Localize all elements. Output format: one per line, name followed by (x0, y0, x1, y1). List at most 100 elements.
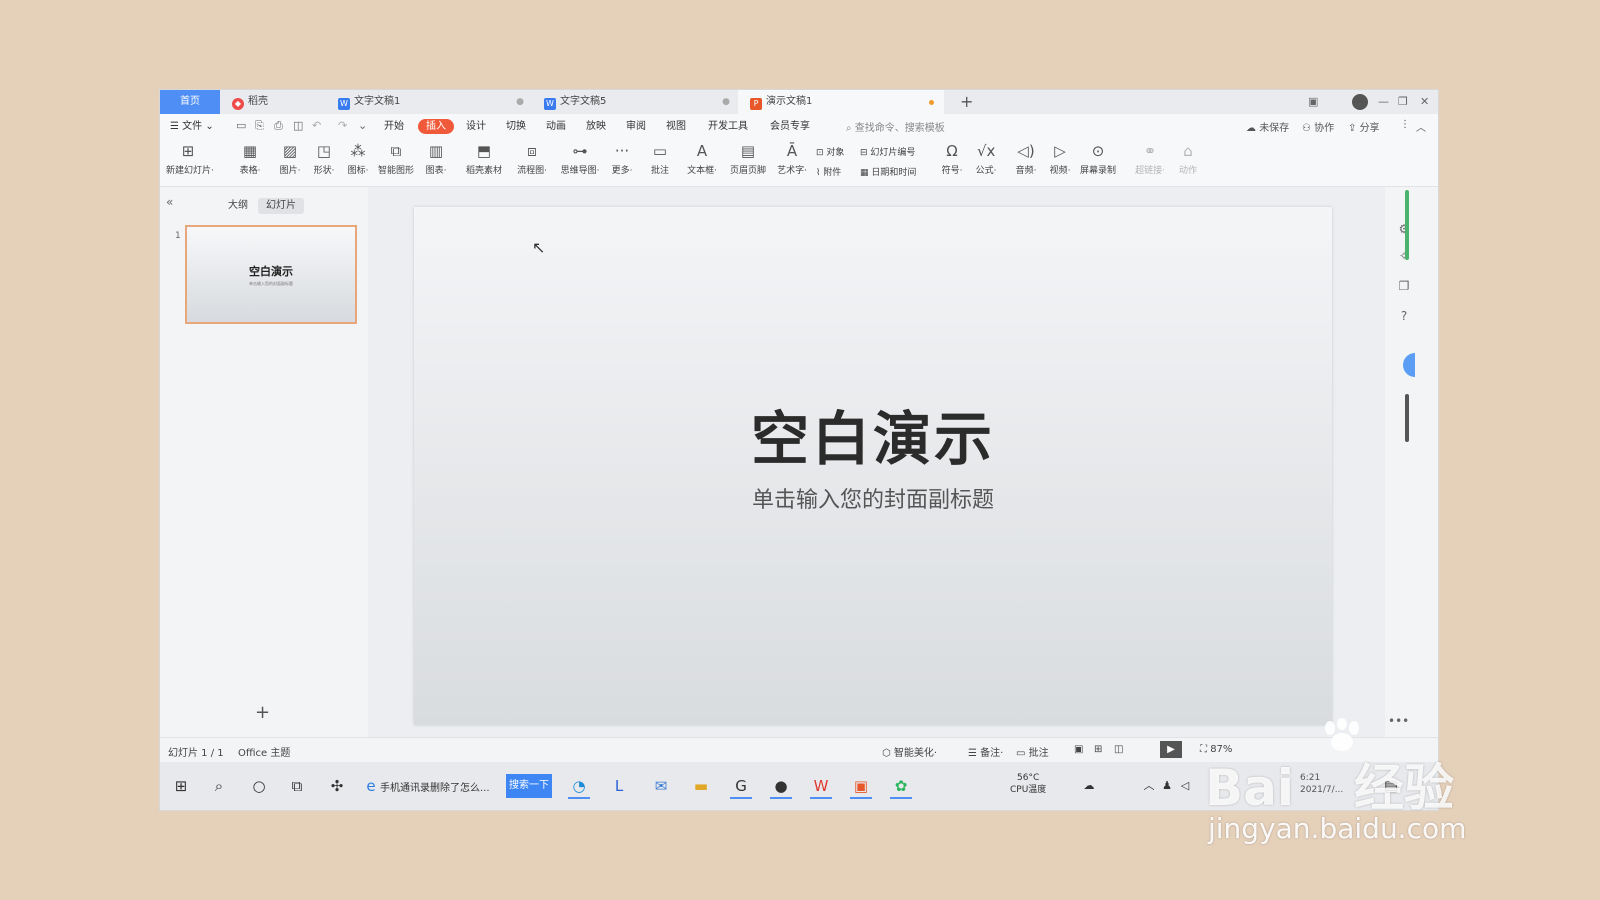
table-button[interactable]: ▦ 表格· (228, 142, 272, 182)
folder-icon[interactable]: ▬ (690, 775, 712, 797)
comments-button[interactable]: ▭ 批注 (1016, 744, 1049, 759)
comment-button[interactable]: ▭ 批注 (638, 142, 682, 182)
date-time-button[interactable]: ▦ 日期和时间 (860, 165, 916, 178)
close-icon[interactable]: ● (516, 90, 524, 114)
new-tab-button[interactable]: + (960, 90, 973, 114)
slide[interactable]: 空白演示 单击输入您的封面副标题 (414, 207, 1332, 725)
play-icon: ▶ (1167, 744, 1175, 755)
tab-writer-1[interactable]: W 文字文稿1 ● (326, 90, 532, 114)
volume-icon[interactable]: ◁ (1174, 775, 1196, 797)
collapse-ribbon-icon[interactable]: ︿ (1416, 119, 1426, 134)
presentation-app-icon[interactable]: ▣ (850, 775, 872, 799)
weather-icon[interactable]: ☁ (1078, 775, 1100, 797)
l-app-icon[interactable]: L (608, 775, 630, 797)
tab-slides[interactable]: 幻灯片 (258, 198, 304, 214)
material-button[interactable]: ⬒ 稻壳素材 (462, 142, 506, 182)
mail-icon[interactable]: ✉ (650, 775, 672, 797)
new-slide-button[interactable]: ⊞ 新建幻灯片· (166, 142, 214, 182)
cpu-temperature: 56°C CPU温度 (1010, 773, 1047, 795)
beautify-button[interactable]: ⬡ 智能美化· (882, 744, 937, 759)
slide-thumbnail[interactable]: 空白演示 单击输入您的封面副标题 (185, 225, 357, 324)
wechat-icon[interactable]: ✿ (890, 775, 912, 799)
header-footer-button[interactable]: ▤ 页眉页脚 (726, 142, 770, 182)
theme-name[interactable]: Office 主题 (238, 744, 290, 759)
formula-button[interactable]: √x 公式· (964, 142, 1008, 182)
notes-button[interactable]: ☰ 备注· (968, 744, 1003, 759)
share-button[interactable]: ⇪ 分享 (1348, 119, 1380, 134)
help-icon[interactable]: ? (1397, 309, 1411, 323)
action-button[interactable]: ⌂ 动作 (1166, 142, 1210, 182)
more-menu-icon[interactable]: ⋮ (1400, 119, 1410, 130)
new-slide-icon: ⊞ (181, 142, 195, 160)
save-icon[interactable]: ▭ (236, 120, 247, 131)
textbox-button[interactable]: A 文本框· (680, 142, 724, 182)
minimize-icon[interactable]: — (1378, 90, 1389, 114)
menu-transition[interactable]: 切换 (506, 119, 526, 134)
tab-writer-5[interactable]: W 文字文稿5 ● (532, 90, 738, 114)
vertical-scrollbar[interactable] (1405, 190, 1409, 260)
search-icon[interactable]: ⌕ (208, 775, 230, 797)
screen-record-button[interactable]: ⊙ 屏幕录制 (1076, 142, 1120, 182)
command-search[interactable]: ⌕ 查找命令、搜索模板 (846, 119, 945, 134)
tab-presentation-1[interactable]: P 演示文稿1 (738, 90, 944, 114)
play-slideshow-button[interactable]: ▶ (1160, 741, 1182, 758)
avatar[interactable] (1352, 94, 1368, 110)
menu-member[interactable]: 会员专享 (770, 119, 810, 134)
more-options-icon[interactable]: ••• (1388, 714, 1409, 728)
menu-animation[interactable]: 动画 (546, 119, 566, 134)
menu-start[interactable]: 开始 (384, 119, 404, 134)
menu-insert[interactable]: 插入 (418, 119, 454, 134)
collaborate-button[interactable]: ⚇ 协作 (1302, 119, 1334, 134)
redo-icon[interactable]: ↷ (338, 120, 349, 131)
slide-number-button[interactable]: ⊟ 幻灯片编号 (860, 145, 915, 158)
tab-home[interactable]: 首页 (160, 90, 220, 114)
add-slide-button[interactable]: + (255, 702, 270, 723)
flowchart-button[interactable]: ⧈ 流程图· (510, 142, 554, 182)
print-icon[interactable]: ⎙ (274, 120, 285, 131)
edge-icon[interactable]: ◔ (568, 775, 590, 799)
menu-review[interactable]: 审阅 (626, 119, 646, 134)
media-icon[interactable]: ● (770, 775, 792, 799)
close-window-icon[interactable]: ✕ (1420, 90, 1429, 114)
smartart-button[interactable]: ⧉ 智能图形 (374, 142, 418, 182)
cortana-icon[interactable]: ○ (248, 775, 270, 797)
reading-view-icon[interactable]: ◫ (1114, 744, 1123, 755)
restore-icon[interactable]: ❐ (1398, 90, 1408, 114)
ie-icon[interactable]: e (360, 775, 382, 797)
g-app-icon[interactable]: G (730, 775, 752, 799)
menu-developer[interactable]: 开发工具 (708, 119, 748, 134)
search-button[interactable]: 搜索一下 (506, 774, 552, 798)
chart-button[interactable]: ▥ 图表· (414, 142, 458, 182)
scroll-handle[interactable] (1405, 394, 1409, 442)
attachment-button[interactable]: ⌇ 附件 (816, 165, 841, 178)
slide-count: 幻灯片 1 / 1 (168, 748, 224, 759)
grid-view-icon[interactable]: ⊞ (1094, 744, 1102, 755)
tab-docer[interactable]: ◆ 稻壳 (220, 90, 326, 114)
file-menu[interactable]: ☰ 文件 ⌄ (170, 119, 214, 134)
app-fan-icon[interactable]: ✣ (326, 775, 348, 797)
wps-icon[interactable]: W (810, 775, 832, 799)
task-view-icon[interactable]: ⧉ (286, 775, 308, 797)
object-button[interactable]: ⊡ 对象 (816, 145, 844, 158)
undo-icon[interactable]: ↶ (312, 120, 323, 131)
chevron-down-icon[interactable]: ⌄ (358, 120, 369, 131)
slide-title[interactable]: 空白演示 (414, 392, 1332, 476)
menu-design[interactable]: 设计 (466, 119, 486, 134)
mindmap-button[interactable]: ⊶ 思维导图· (558, 142, 602, 182)
close-icon[interactable]: ● (722, 90, 730, 114)
normal-view-icon[interactable]: ▣ (1074, 744, 1083, 755)
tab-outline[interactable]: 大纲 (220, 198, 256, 214)
menu-slideshow[interactable]: 放映 (586, 119, 606, 134)
menu-view[interactable]: 视图 (666, 119, 686, 134)
slide-subtitle[interactable]: 单击输入您的封面副标题 (414, 482, 1332, 514)
layout-icon[interactable]: ▣ (1308, 90, 1318, 114)
format-painter-icon[interactable]: ⎘ (255, 120, 266, 131)
wordart-button[interactable]: Ā 艺术字· (770, 142, 814, 182)
windows-start-icon[interactable]: ⊞ (170, 775, 192, 797)
print-preview-icon[interactable]: ◫ (293, 120, 304, 131)
symbol-icon: Ω (946, 142, 958, 160)
unsaved-button[interactable]: ☁ 未保存 (1246, 119, 1289, 134)
collapse-panel-icon[interactable]: « (166, 195, 173, 209)
ie-tab-text[interactable]: 手机通讯录删除了怎么... (380, 779, 490, 794)
window-icon[interactable]: ❐ (1397, 279, 1411, 293)
